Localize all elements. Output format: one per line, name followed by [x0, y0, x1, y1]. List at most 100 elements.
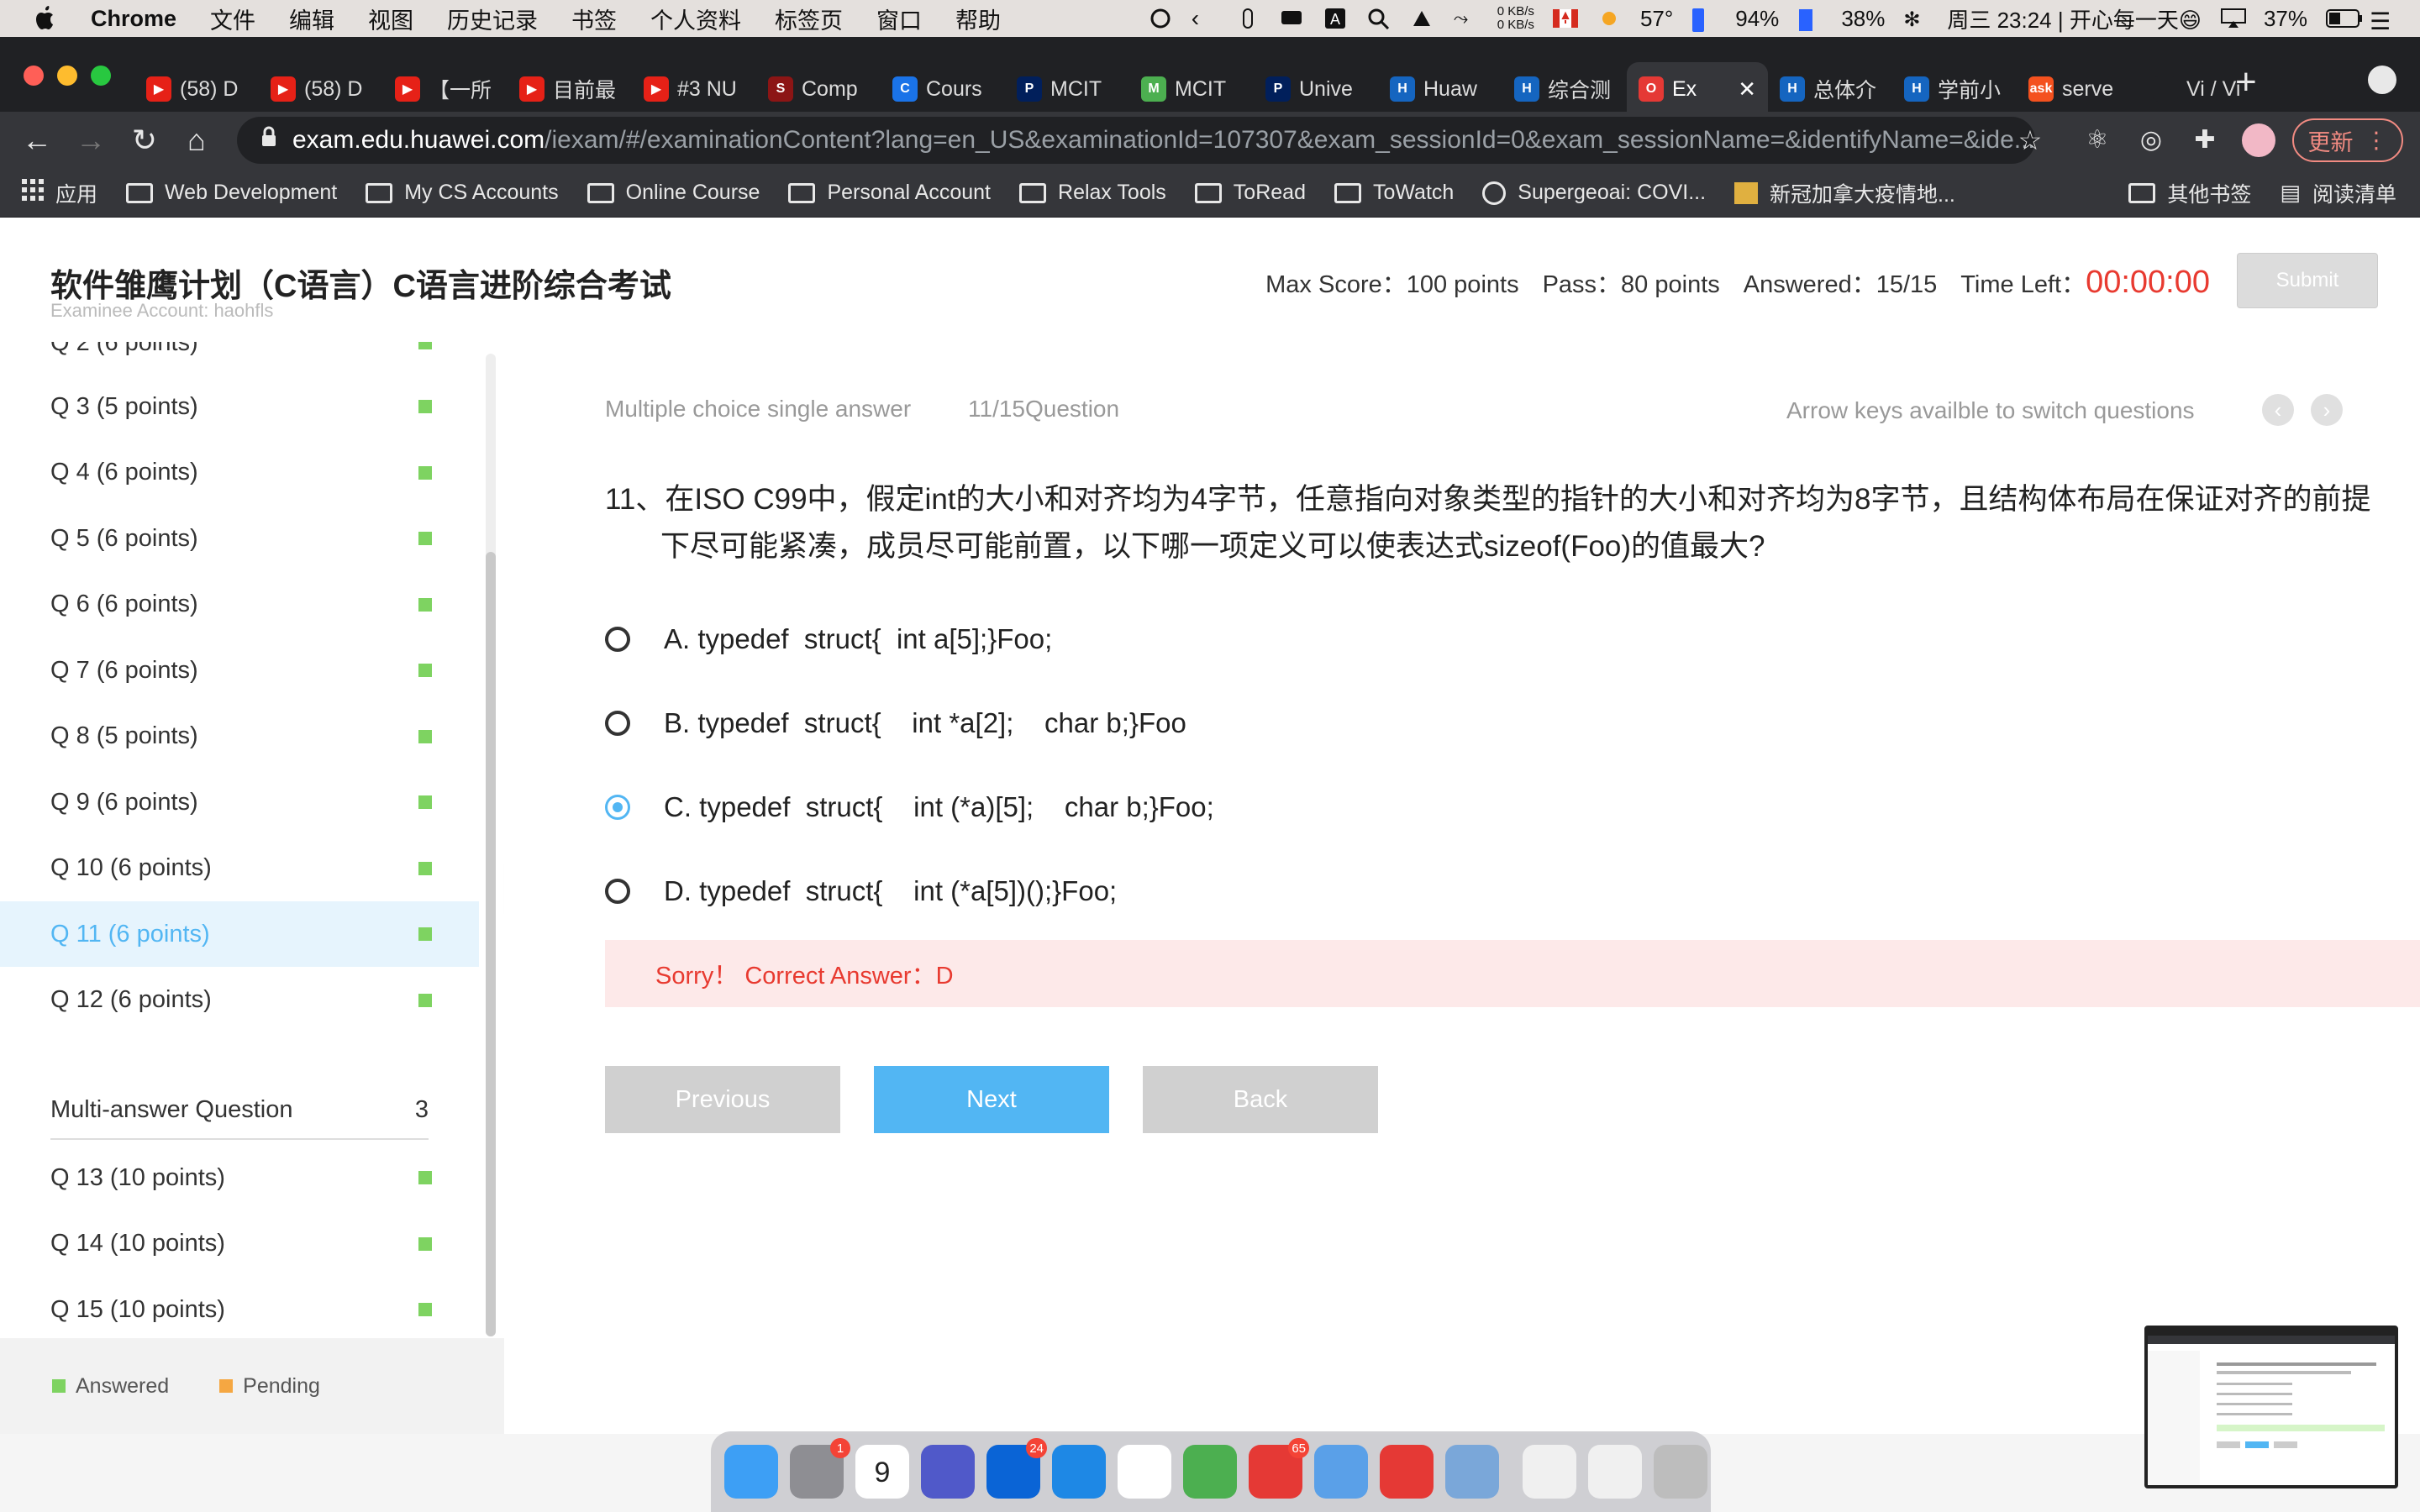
- bookmark-star-icon[interactable]: ☆: [2013, 123, 2047, 157]
- bookmark-item[interactable]: Web Development: [126, 178, 337, 208]
- notification-icon[interactable]: [1279, 8, 1304, 29]
- back-button[interactable]: Back: [1143, 1066, 1378, 1133]
- screenshot-stack-icon[interactable]: [1588, 1445, 1642, 1499]
- trash-icon[interactable]: [1654, 1445, 1707, 1499]
- previous-question-chevron-icon[interactable]: ‹: [2262, 394, 2294, 426]
- sidebar-scrollbar-thumb[interactable]: [486, 552, 496, 1336]
- extensions-puzzle-icon[interactable]: ✚: [2188, 123, 2222, 157]
- previous-button[interactable]: Previous: [605, 1066, 840, 1133]
- browser-tab[interactable]: H 综合测: [1502, 62, 1627, 116]
- clock[interactable]: 周三 23:24 | 开心每一天😄: [1947, 3, 2202, 34]
- question-item-partial[interactable]: Q 2 (6 points): [0, 342, 479, 375]
- back-chevron-icon[interactable]: ‹: [1192, 7, 1217, 30]
- tab-search-icon[interactable]: [2368, 66, 2396, 94]
- browser-tab[interactable]: ▶ 目前最: [508, 62, 632, 116]
- mail-icon[interactable]: 65: [1249, 1438, 1309, 1499]
- bookmark-item[interactable]: Relax Tools: [1019, 178, 1166, 208]
- new-tab-icon[interactable]: +: [2235, 64, 2257, 101]
- answer-option[interactable]: C. typedef struct{ int (*a)[5]; char b;}…: [605, 782, 1214, 832]
- system-preferences-icon[interactable]: 1: [790, 1438, 850, 1499]
- dictionary-icon[interactable]: [1314, 1445, 1368, 1499]
- tab-active[interactable]: O Ex ✕: [1627, 62, 1768, 116]
- outlook-icon[interactable]: 24: [986, 1438, 1047, 1499]
- submit-button[interactable]: Submit: [2237, 253, 2378, 308]
- question-item[interactable]: Q 14 (10 points): [0, 1211, 479, 1277]
- question-item[interactable]: Q 10 (6 points): [0, 836, 479, 901]
- cpu-icon[interactable]: [1797, 8, 1823, 31]
- question-item[interactable]: Q 9 (6 points): [0, 769, 479, 835]
- browser-tab[interactable]: M MCIT: [1129, 62, 1254, 116]
- browser-tab[interactable]: S Comp: [756, 62, 881, 116]
- bookmark-item[interactable]: Online Course: [587, 178, 760, 208]
- window-close-icon[interactable]: [24, 66, 44, 86]
- question-item[interactable]: Q 15 (10 points): [0, 1277, 479, 1338]
- bookmark-item[interactable]: Personal Account: [788, 178, 991, 208]
- bookmark-item[interactable]: Supergeoai: COVI...: [1482, 178, 1706, 208]
- notion-icon[interactable]: [1118, 1445, 1171, 1499]
- window-minimize-icon[interactable]: [57, 66, 77, 86]
- chrome-icon[interactable]: [1183, 1445, 1237, 1499]
- preview-icon[interactable]: [1445, 1445, 1499, 1499]
- react-devtools-icon[interactable]: ⚛: [2081, 123, 2114, 157]
- next-question-chevron-icon[interactable]: ›: [2311, 394, 2343, 426]
- menu-edit[interactable]: 编辑: [289, 3, 334, 35]
- radio-selected-icon[interactable]: [605, 795, 630, 820]
- question-item[interactable]: Q 4 (6 points): [0, 440, 479, 506]
- browser-tab[interactable]: ▶ 【一所: [383, 62, 508, 116]
- screenshot-thumbnail[interactable]: [2144, 1326, 2398, 1488]
- bookmark-item[interactable]: ToWatch: [1334, 178, 1454, 208]
- question-item[interactable]: Q 3 (5 points): [0, 374, 479, 439]
- next-button[interactable]: Next: [874, 1066, 1109, 1133]
- menu-tab[interactable]: 标签页: [775, 3, 843, 35]
- bookmark-other[interactable]: 其他书签: [2128, 178, 2251, 208]
- menu-bookmarks[interactable]: 书签: [571, 3, 617, 35]
- question-item[interactable]: Q 8 (5 points): [0, 704, 479, 769]
- menu-window[interactable]: 窗口: [876, 3, 922, 35]
- radio-icon[interactable]: [605, 711, 630, 736]
- question-item-current[interactable]: Q 11 (6 points): [0, 901, 479, 967]
- browser-tab[interactable]: ▶ (58) D: [259, 62, 383, 116]
- question-item[interactable]: Q 6 (6 points): [0, 572, 479, 638]
- menu-profiles[interactable]: 个人资料: [650, 3, 741, 35]
- bookmark-reading-list[interactable]: ▤ 阅读清单: [2280, 178, 2396, 208]
- browser-tab[interactable]: C Cours: [881, 62, 1005, 116]
- menu-file[interactable]: 文件: [210, 3, 255, 35]
- bookmark-apps[interactable]: 应用: [22, 178, 97, 208]
- window-zoom-icon[interactable]: [91, 66, 111, 86]
- radio-icon[interactable]: [605, 879, 630, 904]
- browser-tab[interactable]: ask serve: [2017, 62, 2141, 116]
- calendar-icon[interactable]: 9: [855, 1445, 909, 1499]
- bookmark-item[interactable]: 新冠加拿大疫情地...: [1734, 178, 1955, 208]
- battery-indicator-icon[interactable]: [1691, 8, 1717, 32]
- finder-icon[interactable]: [724, 1445, 778, 1499]
- question-item[interactable]: Q 13 (10 points): [0, 1145, 479, 1210]
- back-arrow-icon[interactable]: ←: [20, 123, 54, 157]
- airplay-icon[interactable]: [2220, 8, 2246, 29]
- address-bar[interactable]: exam.edu.huawei.com/iexam/#/examinationC…: [237, 117, 2035, 164]
- browser-tab[interactable]: H 学前小: [1892, 62, 2017, 116]
- tab-close-icon[interactable]: ✕: [1738, 76, 1756, 102]
- menu-view[interactable]: 视图: [368, 3, 413, 35]
- tool-icon[interactable]: [1410, 8, 1435, 29]
- input-source-icon[interactable]: A: [1323, 8, 1348, 29]
- canada-flag-icon[interactable]: [1552, 8, 1578, 29]
- profile-avatar[interactable]: [2242, 123, 2275, 157]
- answer-option[interactable]: D. typedef struct{ int (*a[5])();}Foo;: [605, 866, 1117, 916]
- weather-icon[interactable]: [1597, 8, 1622, 29]
- browser-tab[interactable]: P Unive: [1254, 62, 1378, 116]
- teams-icon[interactable]: [921, 1445, 975, 1499]
- vscode-icon[interactable]: [1052, 1445, 1106, 1499]
- answer-option[interactable]: A. typedef struct{ int a[5];}Foo;: [605, 614, 1052, 664]
- menu-help[interactable]: 帮助: [955, 3, 1001, 35]
- radio-icon[interactable]: [605, 627, 630, 652]
- extension-target-icon[interactable]: ◎: [2134, 123, 2168, 157]
- update-button[interactable]: 更新 ⋮: [2292, 118, 2403, 162]
- answer-option[interactable]: B. typedef struct{ int *a[2]; char b;}Fo…: [605, 698, 1186, 748]
- browser-tab[interactable]: P MCIT: [1005, 62, 1129, 116]
- paperclip-icon[interactable]: [1235, 8, 1260, 29]
- home-icon[interactable]: ⌂: [180, 123, 213, 157]
- question-item[interactable]: Q 5 (6 points): [0, 506, 479, 571]
- xmind-icon[interactable]: [1380, 1445, 1434, 1499]
- browser-tab[interactable]: H 总体介: [1768, 62, 1892, 116]
- question-item[interactable]: Q 7 (6 points): [0, 638, 479, 703]
